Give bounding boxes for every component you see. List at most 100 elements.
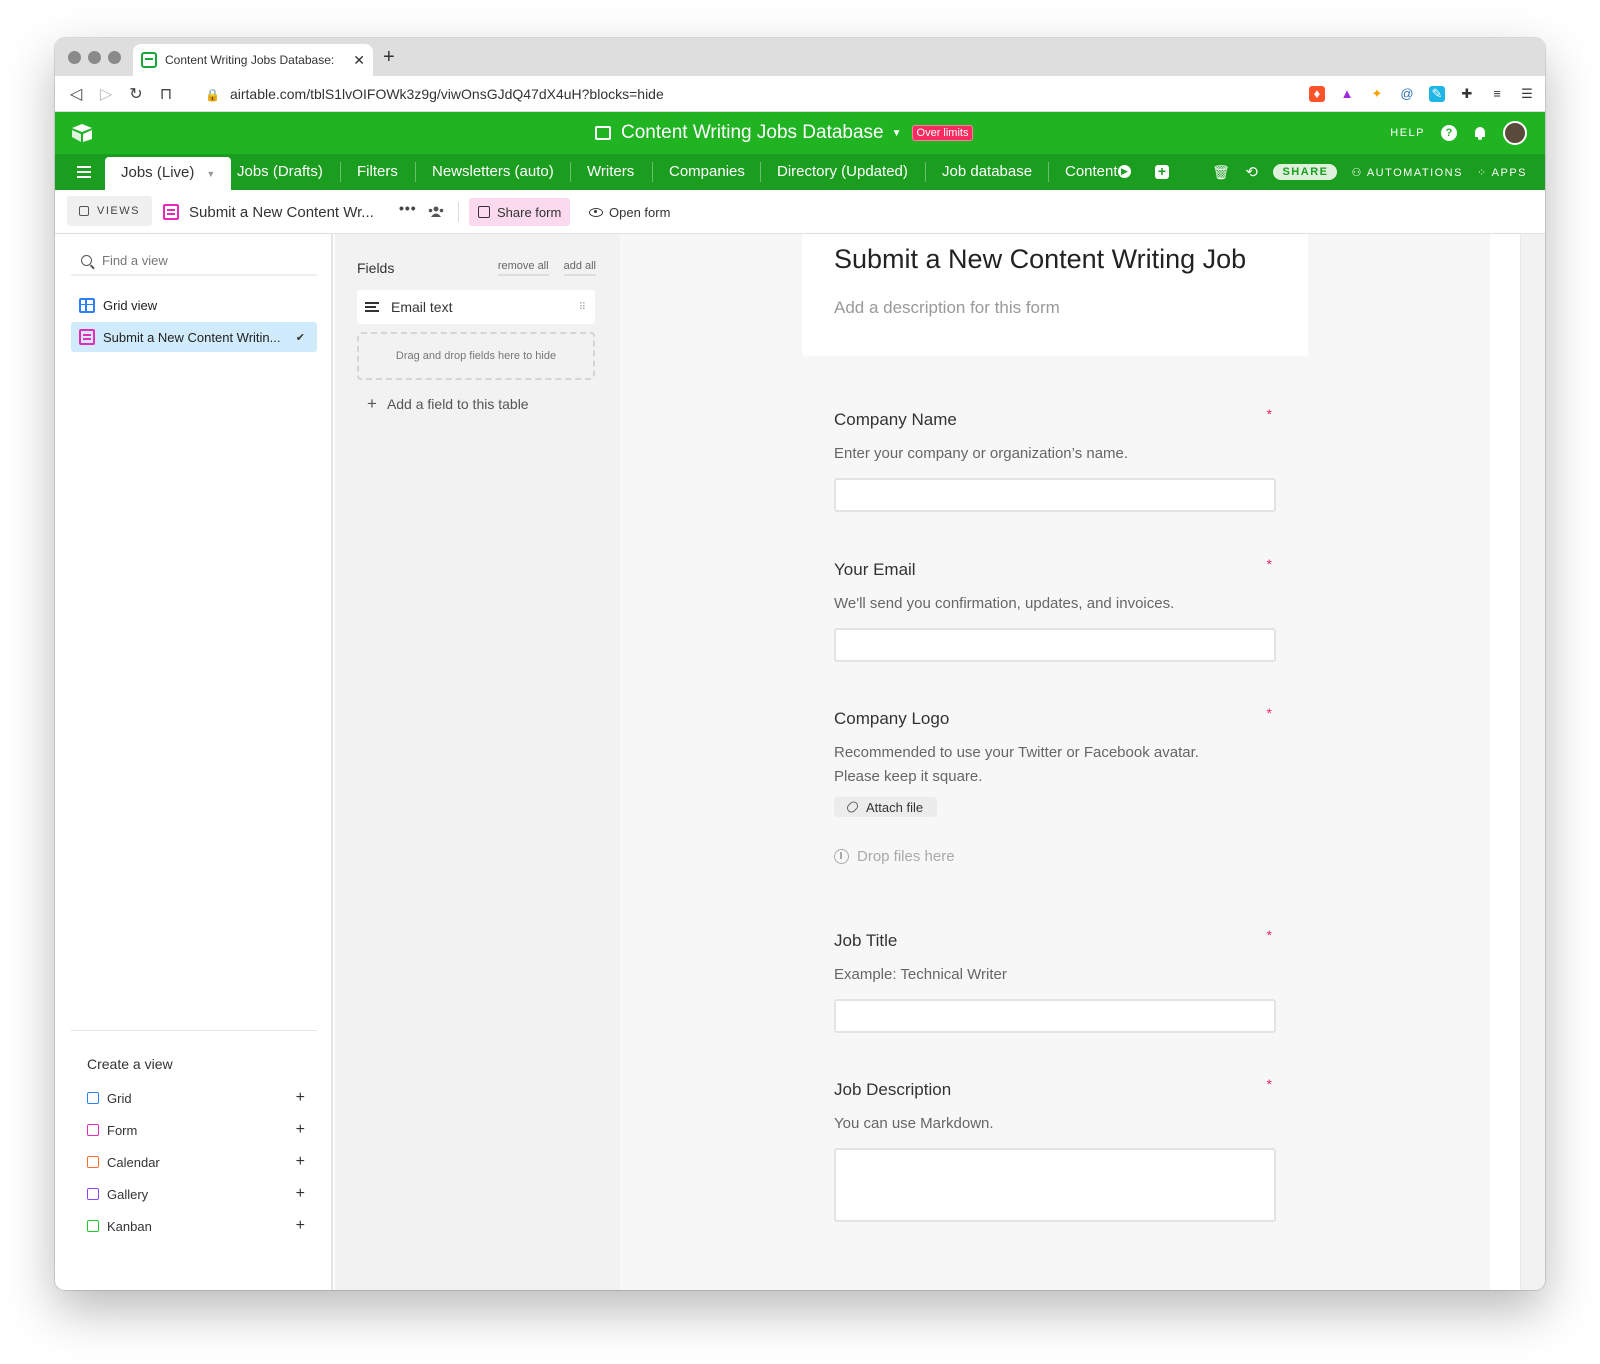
- help-line: Please keep it square.: [834, 768, 983, 785]
- create-gallery-view-button[interactable]: Gallery +: [87, 1182, 305, 1206]
- table-tab-directory[interactable]: Directory (Updated): [761, 154, 924, 190]
- form-description-field[interactable]: Add a description for this form: [834, 298, 1060, 318]
- create-view-label: Kanban: [107, 1218, 152, 1234]
- share-button[interactable]: SHARE: [1273, 164, 1338, 180]
- table-tab-job-database[interactable]: Job database: [926, 154, 1048, 190]
- form-field-job-title[interactable]: Job Title * Example: Technical Writer: [834, 927, 1276, 1033]
- help-button[interactable]: HELP: [1390, 127, 1425, 139]
- table-tab-label: Content: [1065, 163, 1118, 180]
- plus-icon: +: [295, 1089, 305, 1106]
- new-tab-button[interactable]: +: [383, 46, 395, 69]
- table-tab-jobs-live[interactable]: Jobs (Live) ▼: [105, 157, 232, 190]
- close-tab-icon[interactable]: ✕: [353, 52, 365, 69]
- field-label: Job Description: [834, 1080, 952, 1099]
- search-icon: [81, 254, 92, 266]
- extensions-puzzle-icon[interactable]: ✚: [1459, 86, 1475, 102]
- create-calendar-view-button[interactable]: Calendar +: [87, 1150, 305, 1174]
- job-description-textarea[interactable]: [834, 1148, 1276, 1222]
- airtable-favicon-icon: [141, 52, 157, 68]
- apps-button[interactable]: ⁘ APPS: [1477, 166, 1527, 179]
- trash-icon[interactable]: 🗑: [1212, 164, 1231, 181]
- url-field[interactable]: 🔒 airtable.com/tblS1lvOIFOWk3z9g/viwOnsGJ…: [205, 76, 664, 112]
- drop-zone-hint: Drag and drop fields here to hide: [395, 350, 557, 362]
- extension-feather-icon[interactable]: ✎: [1429, 86, 1445, 102]
- reload-icon[interactable]: ↻: [121, 84, 151, 104]
- help-label: HELP: [1390, 127, 1425, 139]
- download-circle-icon: [834, 849, 849, 864]
- kanban-view-icon: [87, 1220, 99, 1232]
- table-tab-writers[interactable]: Writers: [571, 154, 650, 190]
- form-field-your-email[interactable]: Your Email * We'll send you confirmation…: [834, 556, 1276, 662]
- table-tab-label: Jobs (Drafts): [237, 163, 323, 180]
- view-toolbar: VIEWS Submit a New Content Wr... ••• Sha…: [55, 190, 1545, 234]
- create-kanban-view-button[interactable]: Kanban +: [87, 1214, 305, 1238]
- hidden-field-card[interactable]: Email text ⠿: [357, 290, 595, 324]
- remove-all-link[interactable]: remove all: [497, 260, 549, 276]
- scroll-tabs-right-icon[interactable]: ▶: [1118, 165, 1131, 178]
- table-tab-newsletters[interactable]: Newsletters (auto): [416, 154, 570, 190]
- open-form-button[interactable]: Open form: [589, 198, 670, 226]
- sidebar-item-grid-view[interactable]: Grid view: [71, 290, 317, 320]
- airtable-logo-icon[interactable]: [71, 123, 93, 143]
- view-more-options-icon[interactable]: •••: [399, 200, 417, 216]
- create-view-title: Create a view: [87, 1056, 173, 1072]
- automations-button[interactable]: ⚇ AUTOMATIONS: [1351, 166, 1462, 179]
- over-limits-badge[interactable]: Over limits: [911, 125, 974, 141]
- brave-rewards-icon[interactable]: ▲: [1339, 86, 1355, 102]
- email-input[interactable]: [834, 628, 1276, 662]
- attach-file-label: Attach file: [866, 799, 924, 815]
- help-icon[interactable]: ?: [1441, 125, 1457, 141]
- browser-menu-icon[interactable]: ☰: [1519, 86, 1535, 102]
- share-form-button[interactable]: Share form: [469, 198, 571, 226]
- form-field-company-logo[interactable]: Company Logo * Recommended to use your T…: [834, 705, 1276, 865]
- user-avatar[interactable]: [1503, 121, 1527, 145]
- drag-handle-icon[interactable]: ⠿: [579, 302, 586, 313]
- table-tab-companies[interactable]: Companies: [653, 154, 761, 190]
- table-tab-filters[interactable]: Filters: [341, 154, 414, 190]
- extension-at-icon[interactable]: @: [1399, 86, 1415, 102]
- form-field-company-name[interactable]: Company Name * Enter your company or org…: [834, 406, 1276, 512]
- sidebar-item-form-view[interactable]: Submit a New Content Writin... ✔: [71, 322, 317, 352]
- minimize-window-dot[interactable]: [88, 51, 101, 64]
- browser-tab[interactable]: Content Writing Jobs Database: ✕: [133, 44, 373, 76]
- attach-file-button[interactable]: Attach file: [834, 797, 938, 817]
- maximize-window-dot[interactable]: [108, 51, 121, 64]
- form-title[interactable]: Submit a New Content Writing Job: [834, 244, 1246, 275]
- header-right-actions: HELP ?: [1390, 112, 1527, 154]
- notifications-bell-icon[interactable]: [1473, 126, 1487, 140]
- form-field-job-description[interactable]: Job Description * You can use Markdown.: [834, 1076, 1276, 1222]
- forward-icon[interactable]: ▷: [91, 84, 121, 104]
- history-icon[interactable]: ⟲: [1245, 163, 1259, 181]
- close-window-dot[interactable]: [68, 51, 81, 64]
- sidebar-item-label: Grid view: [103, 297, 158, 313]
- create-form-view-button[interactable]: Form +: [87, 1118, 305, 1142]
- company-name-input[interactable]: [834, 478, 1276, 512]
- table-tab-label: Job database: [942, 163, 1033, 180]
- views-toggle-button[interactable]: VIEWS: [67, 196, 152, 226]
- grid-view-icon: [79, 297, 95, 313]
- create-grid-view-button[interactable]: Grid +: [87, 1086, 305, 1110]
- back-icon[interactable]: ◁: [61, 84, 91, 104]
- brave-shield-icon[interactable]: ♦: [1309, 86, 1325, 102]
- create-view-label: Calendar: [107, 1154, 160, 1170]
- field-help-text: Example: Technical Writer: [834, 966, 1007, 983]
- add-table-icon[interactable]: +: [1155, 164, 1169, 179]
- table-tab-jobs-drafts[interactable]: Jobs (Drafts): [221, 154, 339, 190]
- drop-files-zone[interactable]: Drop files here: [834, 848, 1276, 865]
- base-title-button[interactable]: Content Writing Jobs Database ▼ Over lim…: [595, 112, 974, 154]
- collaborative-view-icon[interactable]: [428, 206, 444, 218]
- table-tab-label: Directory (Updated): [777, 163, 908, 180]
- address-bar: ◁ ▷ ↻ ⊓ 🔒 airtable.com/tblS1lvOIFOWk3z9g/…: [55, 76, 1545, 112]
- find-view-input[interactable]: Find a view: [71, 246, 317, 276]
- hamburger-menu-icon[interactable]: [77, 166, 91, 178]
- add-all-link[interactable]: add all: [563, 260, 596, 276]
- extension-color-icon[interactable]: ✦: [1369, 86, 1385, 102]
- current-view-name[interactable]: Submit a New Content Wr...: [163, 190, 374, 234]
- app-header: Content Writing Jobs Database ▼ Over lim…: [55, 112, 1545, 154]
- hide-fields-drop-zone[interactable]: Drag and drop fields here to hide: [357, 332, 595, 380]
- bookmark-icon[interactable]: ⊓: [151, 84, 181, 104]
- add-field-button[interactable]: + Add a field to this table: [367, 394, 529, 414]
- reading-list-icon[interactable]: ≡: [1489, 86, 1505, 102]
- job-title-input[interactable]: [834, 999, 1276, 1033]
- tab-dropdown-icon[interactable]: ▼: [206, 169, 215, 179]
